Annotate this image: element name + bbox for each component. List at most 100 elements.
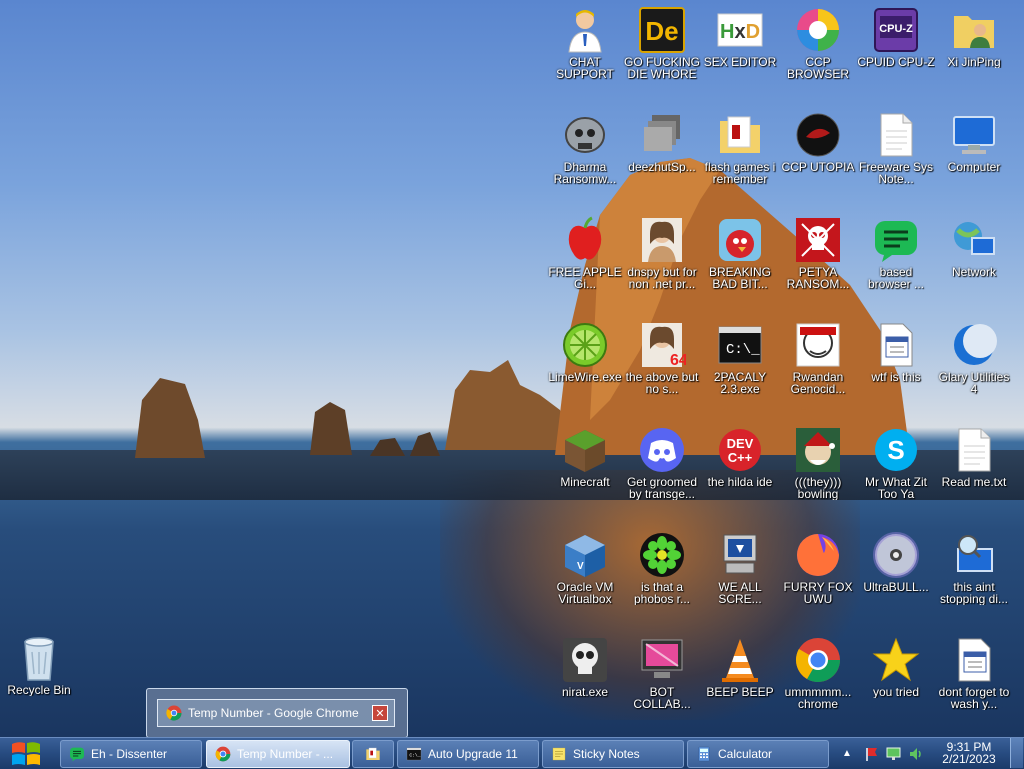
skype-icon: S xyxy=(872,426,920,474)
svg-text:CPU-Z: CPU-Z xyxy=(879,23,913,35)
desktop-shortcut[interactable]: flash games i remember xyxy=(701,111,779,185)
desktop-shortcut[interactable]: nirat.exe xyxy=(546,636,624,698)
show-desktop-button[interactable] xyxy=(1010,738,1023,768)
svg-text:C:\_: C:\_ xyxy=(409,753,420,759)
chrome-icon xyxy=(794,636,842,684)
taskbar-button[interactable] xyxy=(352,740,394,768)
desktop-shortcut-label: Dharma Ransomw... xyxy=(553,161,617,185)
console-icon: C:\_ xyxy=(406,746,422,762)
flag-icon[interactable] xyxy=(864,746,880,762)
desktop-shortcut-label: Get groomed by transge... xyxy=(626,476,698,500)
desktop-shortcut[interactable]: deezhutSp... xyxy=(623,111,701,173)
desktop-shortcut-label: Rwandan Genocid... xyxy=(790,371,846,395)
desktop-shortcut[interactable]: is that a phobos r... xyxy=(623,531,701,605)
meme-face-icon xyxy=(794,321,842,369)
svg-text:HxD: HxD xyxy=(720,21,760,43)
cpu-z-icon: CPU-Z xyxy=(872,6,920,54)
desktop-shortcut[interactable]: you tried xyxy=(857,636,935,698)
desktop-shortcut-label: nirat.exe xyxy=(561,686,609,698)
desktop-shortcut[interactable]: Xi JinPing xyxy=(935,6,1013,68)
taskbar-button[interactable]: Eh - Dissenter xyxy=(60,740,202,768)
desktop-shortcut[interactable]: BREAKING BAD BIT... xyxy=(701,216,779,290)
desktop-shortcut[interactable]: S Mr What Zit Too Ya xyxy=(857,426,935,500)
desktop-shortcut-label: deezhutSp... xyxy=(628,161,696,173)
recycle-bin-shortcut[interactable]: Recycle Bin xyxy=(0,634,78,696)
start-button[interactable] xyxy=(6,738,46,769)
desktop-shortcut[interactable]: Computer xyxy=(935,111,1013,173)
desktop-shortcut[interactable]: Get groomed by transge... xyxy=(623,426,701,500)
desktop-shortcut-label: based browser ... xyxy=(867,266,924,290)
desktop-shortcut[interactable]: Network xyxy=(935,216,1013,278)
desktop-shortcut[interactable]: Read me.txt xyxy=(935,426,1013,488)
desktop-shortcut-label: dnspy but for non .net pr... xyxy=(627,266,697,290)
desktop-shortcut[interactable]: HxD SEX EDITOR xyxy=(701,6,779,68)
calendar-file-icon xyxy=(872,321,920,369)
desktop-shortcut-label: (((they))) bowling xyxy=(794,476,842,500)
desktop-shortcut-label: wtf is this xyxy=(871,371,921,383)
desktop-shortcut[interactable]: this aint stopping di... xyxy=(935,531,1013,605)
desktop-shortcut[interactable]: Dharma Ransomw... xyxy=(546,111,624,185)
desktop-shortcut[interactable]: CCP UTOPIA xyxy=(779,111,857,173)
text-file-icon xyxy=(950,426,998,474)
taskbar-button[interactable]: Temp Number - ... xyxy=(206,740,350,768)
calendar-file-icon xyxy=(950,636,998,684)
icq-flower-icon xyxy=(638,531,686,579)
volume-icon[interactable] xyxy=(908,746,924,762)
taskbar-button[interactable]: Sticky Notes xyxy=(542,740,684,768)
desktop-shortcut[interactable]: wtf is this xyxy=(857,321,935,383)
taskbar-button-label: Sticky Notes xyxy=(573,747,640,761)
desktop-shortcut[interactable]: dnspy but for non .net pr... xyxy=(623,216,701,290)
desktop-shortcut-label: UltraBULL... xyxy=(863,581,929,593)
desktop-shortcut[interactable]: Minecraft xyxy=(546,426,624,488)
browser-color-wheel-icon xyxy=(794,6,842,54)
svg-text:C++: C++ xyxy=(728,450,753,465)
sticky-notes-icon xyxy=(551,746,567,762)
desktop-shortcut[interactable]: Glary Utilities 4 xyxy=(935,321,1013,395)
desktop-shortcut[interactable]: C:\_ 2PACALY 2.3.exe xyxy=(701,321,779,395)
desktop-shortcut[interactable]: WE ALL SCRE... xyxy=(701,531,779,605)
desktop-shortcut-label: Computer xyxy=(947,161,1001,173)
arrow-up-icon[interactable]: ▲ xyxy=(840,748,854,759)
desktop-shortcut-label: Minecraft xyxy=(560,476,610,488)
apple-icon xyxy=(561,216,609,264)
folder-icon xyxy=(365,746,381,762)
desktop-shortcut-label: CCP UTOPIA xyxy=(781,161,855,173)
desktop-shortcut[interactable]: ummmmm... chrome xyxy=(779,636,857,710)
desktop-shortcut-label: BOT COLLAB... xyxy=(633,686,691,710)
moon-logo-icon xyxy=(950,321,998,369)
desktop-shortcut[interactable]: BOT COLLAB... xyxy=(623,636,701,710)
desktop-shortcut[interactable]: based browser ... xyxy=(857,216,935,290)
thumbnail-title-bar[interactable]: Temp Number - Google Chrome ✕ xyxy=(157,699,395,727)
desktop-shortcut[interactable]: LimeWire.exe xyxy=(546,321,624,383)
desktop-shortcut[interactable]: PETYA RANSOM... xyxy=(779,216,857,290)
desktop-shortcut[interactable]: CPU-Z CPUID CPU-Z xyxy=(857,6,935,68)
desktop-shortcut[interactable]: dont forget to wash y... xyxy=(935,636,1013,710)
desktop-shortcut[interactable]: DEV C++ the hilda ide xyxy=(701,426,779,488)
desktop-shortcut[interactable]: BEEP BEEP xyxy=(701,636,779,698)
desktop-shortcut-label: the hilda ide xyxy=(707,476,773,488)
desktop-shortcut[interactable]: Rwandan Genocid... xyxy=(779,321,857,395)
desktop-shortcut[interactable]: (((they))) bowling xyxy=(779,426,857,500)
desktop-shortcut[interactable]: 64 the above but no s... xyxy=(623,321,701,395)
desktop-shortcut[interactable]: UltraBULL... xyxy=(857,531,935,593)
thumbnail-close-button[interactable]: ✕ xyxy=(372,705,388,721)
desktop-shortcut[interactable]: De GO FUCKING DIE WHORE xyxy=(623,6,701,80)
desktop-shortcut-label: SEX EDITOR xyxy=(703,56,777,68)
desktop-background[interactable]: CHAT SUPPORT De GO FUCKING DIE WHORE HxD SEX… xyxy=(0,0,1024,737)
clock[interactable]: 9:31 PM 2/21/2023 xyxy=(938,741,1000,765)
desktop-shortcut-label: 2PACALY 2.3.exe xyxy=(713,371,767,395)
taskbar-button[interactable]: Calculator xyxy=(687,740,829,768)
virtualbox-icon: V xyxy=(561,531,609,579)
desktop-shortcut[interactable]: V Oracle VM Virtualbox xyxy=(546,531,624,605)
desktop-shortcut[interactable]: FREE APPLE Gi... xyxy=(546,216,624,290)
elf-face-icon xyxy=(794,426,842,474)
desktop-shortcut[interactable]: CCP BROWSER xyxy=(779,6,857,80)
network-tray-icon[interactable] xyxy=(886,746,902,762)
windows-logo-icon xyxy=(12,741,40,765)
desktop-shortcut[interactable]: FURRY FOX UWU xyxy=(779,531,857,605)
desktop-shortcut[interactable]: CHAT SUPPORT xyxy=(546,6,624,80)
taskbar-thumbnail-preview[interactable]: Temp Number - Google Chrome ✕ xyxy=(146,688,408,738)
portrait-64-icon: 64 xyxy=(638,321,686,369)
taskbar-button[interactable]: C:\_ Auto Upgrade 11 xyxy=(397,740,539,768)
desktop-shortcut[interactable]: Freeware Sys Note... xyxy=(857,111,935,185)
